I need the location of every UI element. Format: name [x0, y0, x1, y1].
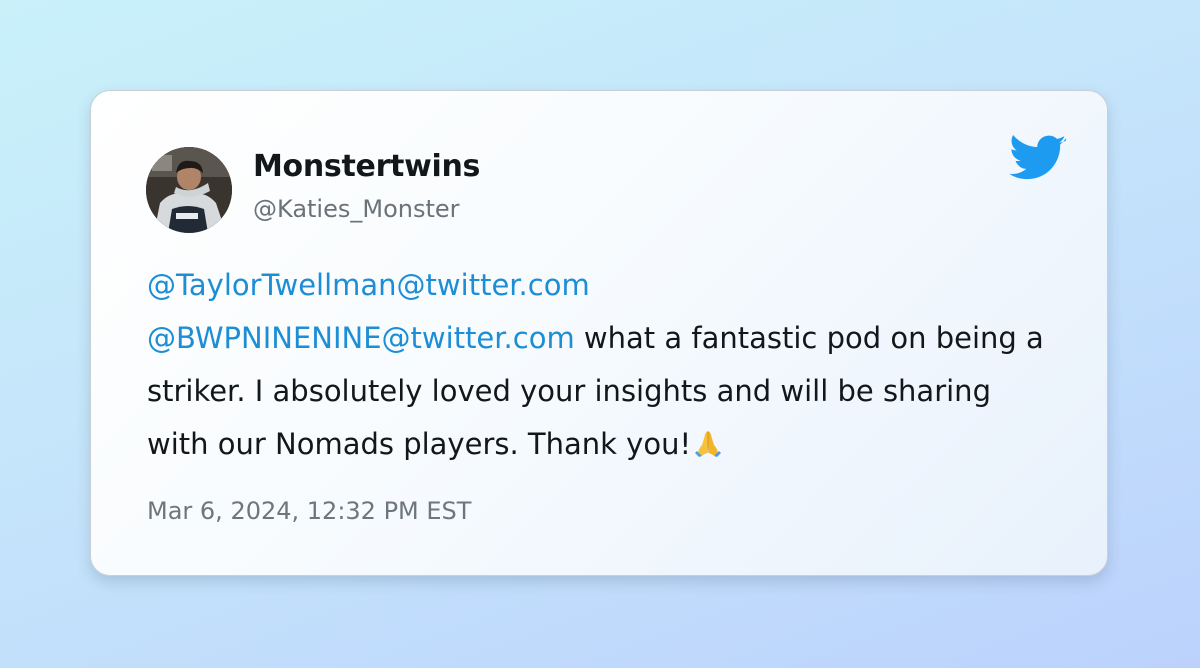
folded-hands-emoji-icon — [693, 422, 723, 475]
author-display-name[interactable]: Monstertwins — [253, 149, 480, 184]
tweet-card: Monstertwins @Katies_Monster @TaylorTwel… — [90, 90, 1108, 576]
avatar[interactable] — [146, 147, 232, 233]
tweet-timestamp[interactable]: Mar 6, 2024, 12:32 PM EST — [147, 497, 471, 525]
twitter-bird-icon[interactable] — [1009, 135, 1067, 183]
avatar-photo-icon — [146, 147, 232, 233]
tweet-body: @TaylorTwellman@twitter.com @BWPNINENINE@… — [147, 259, 1047, 475]
mention-link[interactable]: @BWPNINENINE@twitter.com — [147, 321, 575, 355]
author-handle[interactable]: @Katies_Monster — [253, 195, 460, 223]
mention-link[interactable]: @TaylorTwellman@twitter.com — [147, 268, 590, 302]
